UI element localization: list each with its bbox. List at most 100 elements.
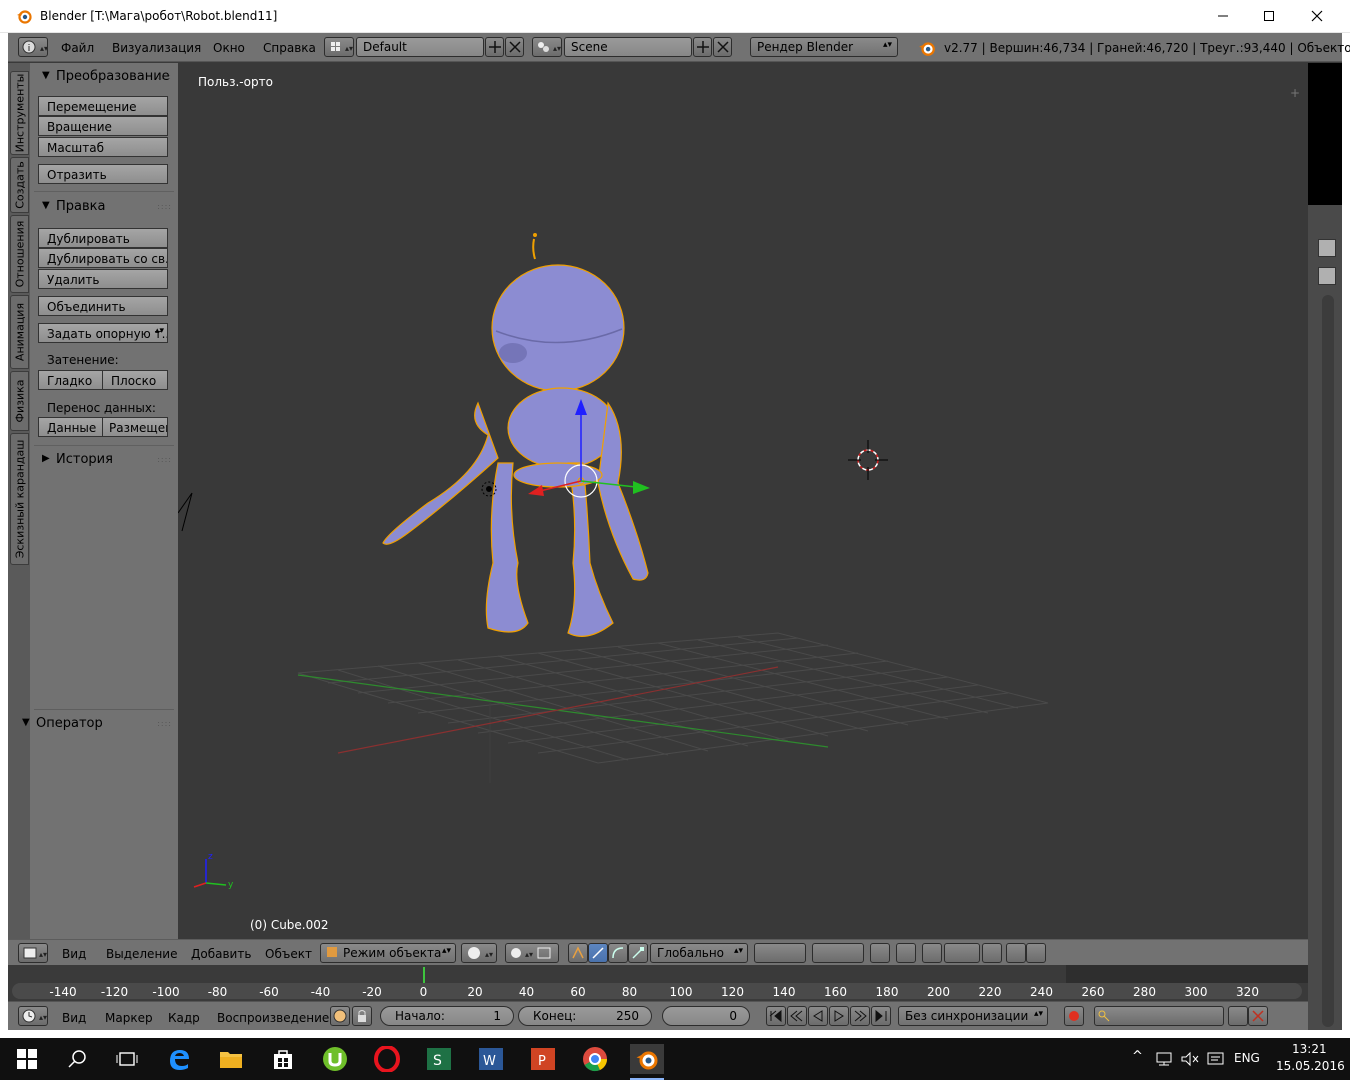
editor-type-button[interactable]: ▴▾ bbox=[18, 1006, 48, 1026]
3d-cursor-icon[interactable] bbox=[848, 440, 888, 480]
minimize-button[interactable] bbox=[1200, 0, 1246, 32]
panel-operator-header[interactable]: ▼ Оператор :::: bbox=[10, 713, 178, 735]
chrome-button[interactable] bbox=[580, 1044, 610, 1074]
tab-animation[interactable]: Анимация bbox=[10, 295, 29, 369]
edge-browser-button[interactable] bbox=[164, 1044, 194, 1074]
jump-keyframe-back-button[interactable] bbox=[787, 1006, 807, 1026]
menu-render[interactable]: Визуализация bbox=[112, 41, 201, 55]
shade-smooth-button[interactable]: Гладко bbox=[38, 370, 103, 390]
jump-start-button[interactable] bbox=[766, 1006, 786, 1026]
robot-mesh[interactable] bbox=[382, 233, 649, 637]
viewport-add-region-icon[interactable]: + bbox=[1290, 86, 1300, 100]
snap-element-button[interactable] bbox=[944, 943, 980, 963]
scale-manipulator-button[interactable] bbox=[628, 943, 648, 963]
input-language[interactable]: ENG bbox=[1234, 1051, 1260, 1065]
transform-orientation-select[interactable]: Глобально ▴▾ bbox=[650, 943, 748, 963]
tab-create[interactable]: Создать bbox=[10, 157, 29, 213]
excel-button[interactable]: S bbox=[424, 1044, 454, 1074]
data-transfer-button[interactable]: Данные bbox=[38, 417, 103, 437]
snap-target-button[interactable] bbox=[982, 943, 1002, 963]
properties-icon[interactable] bbox=[1318, 239, 1336, 257]
set-origin-dropdown[interactable]: Задать опорную т... ▴▾ bbox=[38, 323, 168, 343]
panel-edit-header[interactable]: ▼ Правка :::: bbox=[30, 196, 178, 218]
editor-type-button[interactable]: i ▴▾ bbox=[18, 37, 48, 57]
play-reverse-button[interactable] bbox=[808, 1006, 828, 1026]
menu-view[interactable]: Вид bbox=[62, 1011, 86, 1025]
translate-manipulator-button[interactable] bbox=[588, 943, 608, 963]
manipulator-toggle[interactable] bbox=[568, 943, 588, 963]
render-animation-button[interactable] bbox=[1026, 943, 1046, 963]
delete-button[interactable]: Удалить bbox=[38, 269, 168, 289]
play-button[interactable] bbox=[829, 1006, 849, 1026]
menu-help[interactable]: Справка bbox=[263, 41, 316, 55]
tray-chevron-icon[interactable]: ^ bbox=[1132, 1049, 1143, 1064]
current-frame-field[interactable]: 0 bbox=[662, 1006, 750, 1026]
file-explorer-button[interactable] bbox=[216, 1044, 246, 1074]
timeline-track[interactable] bbox=[8, 965, 1066, 983]
3d-viewport[interactable]: Польз.-орто z y + (0) Cube.002 bbox=[178, 63, 1308, 939]
drag-grip-icon[interactable]: :::: bbox=[157, 719, 172, 728]
scene-name-field[interactable]: Scene bbox=[564, 37, 692, 57]
layout-selector-button[interactable]: ▴▾ bbox=[324, 37, 354, 57]
menu-marker[interactable]: Маркер bbox=[105, 1011, 153, 1025]
timeline-area[interactable]: -140 -120 -100 -80 -60 -40 -20 0 20 40 60 80 100 120 1… bbox=[8, 965, 1308, 1001]
scene-canvas[interactable]: z y + bbox=[178, 63, 1308, 939]
blender-taskbar-button[interactable] bbox=[630, 1044, 664, 1074]
tab-tools[interactable]: Инструменты bbox=[10, 71, 29, 155]
rotate-button[interactable]: Вращение bbox=[38, 116, 168, 136]
camera-object[interactable] bbox=[178, 492, 193, 532]
panel-history-header[interactable]: ▶ История :::: bbox=[30, 449, 178, 471]
menu-select[interactable]: Выделение bbox=[106, 947, 177, 961]
preview-range-button[interactable] bbox=[330, 1006, 350, 1026]
shade-flat-button[interactable]: Плоско bbox=[102, 370, 168, 390]
delete-keyframe-button[interactable] bbox=[1248, 1006, 1268, 1026]
powerpoint-button[interactable]: P bbox=[528, 1044, 558, 1074]
data-layout-button[interactable]: Размещен bbox=[102, 417, 168, 437]
clock-date[interactable]: 15.05.2016 bbox=[1276, 1059, 1345, 1073]
menu-object[interactable]: Объект bbox=[265, 947, 312, 961]
panel-transform-header[interactable]: ▼ Преобразование :::: bbox=[30, 66, 178, 88]
close-button[interactable] bbox=[1294, 0, 1340, 32]
menu-file[interactable]: Файл bbox=[61, 41, 94, 55]
layout-name-field[interactable]: Default bbox=[356, 37, 484, 57]
tab-grease-pencil[interactable]: Эскизный карандаш bbox=[10, 433, 29, 565]
duplicate-button[interactable]: Дублировать bbox=[38, 228, 168, 248]
add-scene-button[interactable] bbox=[693, 37, 712, 57]
network-icon[interactable] bbox=[1154, 1051, 1174, 1067]
jump-end-button[interactable] bbox=[871, 1006, 891, 1026]
search-button[interactable] bbox=[62, 1044, 92, 1074]
clock-time[interactable]: 13:21 bbox=[1292, 1042, 1327, 1056]
rotate-manipulator-button[interactable] bbox=[608, 943, 628, 963]
start-button[interactable] bbox=[12, 1044, 42, 1074]
sync-mode-select[interactable]: Без синхронизации ▴▾ bbox=[898, 1006, 1048, 1026]
drag-grip-icon[interactable]: :::: bbox=[157, 455, 172, 464]
frame-end-field[interactable]: Конец: 250 bbox=[518, 1006, 652, 1026]
insert-keyframe-button[interactable] bbox=[1228, 1006, 1248, 1026]
lock-range-button[interactable] bbox=[352, 1006, 372, 1026]
layers-row-2[interactable] bbox=[812, 943, 864, 963]
pivot-point-button[interactable]: ▴▾ bbox=[505, 943, 559, 963]
menu-window[interactable]: Окно bbox=[213, 41, 245, 55]
delete-scene-button[interactable] bbox=[713, 37, 732, 57]
word-button[interactable]: W bbox=[476, 1044, 506, 1074]
layers-row-1[interactable] bbox=[754, 943, 806, 963]
store-button[interactable] bbox=[268, 1044, 298, 1074]
jump-keyframe-forward-button[interactable] bbox=[850, 1006, 870, 1026]
frame-start-field[interactable]: Начало: 1 bbox=[380, 1006, 514, 1026]
proportional-edit-button[interactable] bbox=[896, 943, 916, 963]
opera-button[interactable] bbox=[372, 1044, 402, 1074]
viewport-shading-button[interactable]: ▴▾ bbox=[461, 943, 497, 963]
render-properties-icon[interactable] bbox=[1318, 267, 1336, 285]
notifications-icon[interactable] bbox=[1206, 1051, 1226, 1067]
render-engine-select[interactable]: Рендер Blender ▴▾ bbox=[750, 37, 898, 57]
task-view-button[interactable] bbox=[112, 1044, 142, 1074]
drag-grip-icon[interactable]: :::: bbox=[157, 72, 172, 81]
tab-relations[interactable]: Отношения bbox=[10, 215, 29, 293]
menu-view[interactable]: Вид bbox=[62, 947, 86, 961]
editor-type-button[interactable]: ▴▾ bbox=[18, 943, 48, 963]
utorrent-button[interactable] bbox=[320, 1044, 350, 1074]
render-image-button[interactable] bbox=[1006, 943, 1026, 963]
translate-button[interactable]: Перемещение bbox=[38, 96, 168, 116]
scene-selector-button[interactable]: ▴▾ bbox=[532, 37, 562, 57]
add-layout-button[interactable] bbox=[485, 37, 504, 57]
